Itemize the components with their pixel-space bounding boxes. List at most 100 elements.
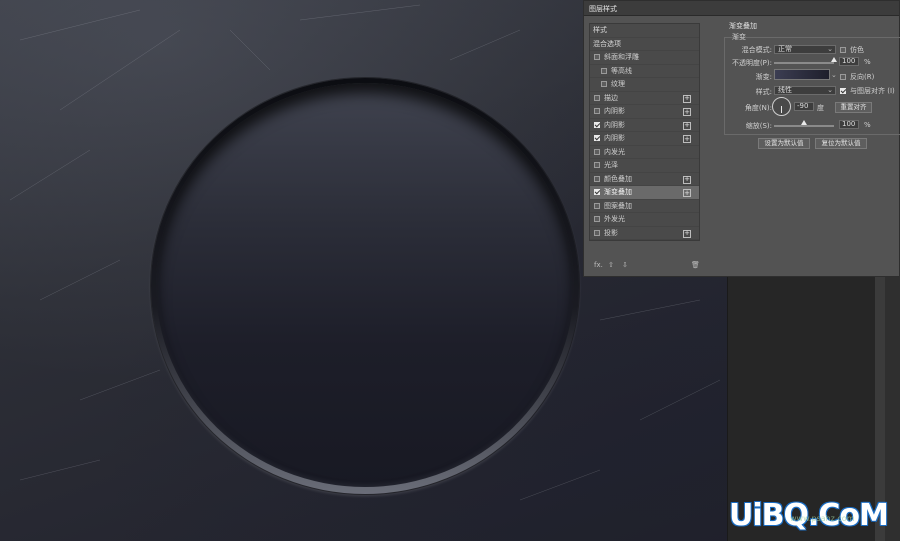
add-effect-icon[interactable]: +	[683, 94, 691, 103]
style-list-item[interactable]: 光泽	[590, 159, 699, 173]
add-effect-icon[interactable]: +	[683, 121, 691, 130]
angle-dial[interactable]	[772, 97, 791, 116]
watermark-url: www.psahz.com	[790, 514, 855, 523]
style-list-item[interactable]: 内阴影 +	[590, 132, 699, 146]
style-list-label: 颜色叠加	[604, 174, 632, 183]
style-list-item[interactable]: 斜面和浮雕	[590, 51, 699, 65]
add-effect-icon[interactable]: +	[683, 175, 691, 184]
style-list-label: 内阴影	[604, 134, 625, 143]
reset-default-button[interactable]: 复位为默认值	[815, 138, 867, 149]
style-list-label: 纹理	[611, 80, 625, 89]
style-list-item[interactable]: 图案叠加	[590, 200, 699, 213]
checkbox[interactable]	[594, 108, 600, 115]
align-label: 与图层对齐 (I)	[850, 87, 895, 95]
set-default-button[interactable]: 设置为默认值	[758, 138, 810, 149]
style-list-item[interactable]: 内发光	[590, 146, 699, 159]
style-list-label: 描边	[604, 93, 618, 102]
style-list-item[interactable]: 纹理	[590, 78, 699, 92]
checkbox[interactable]	[594, 229, 600, 236]
style-list-label: 光泽	[604, 161, 618, 170]
style-list-item[interactable]: 渐变叠加 +	[590, 186, 699, 200]
opacity-input[interactable]: 100	[839, 57, 859, 66]
checkbox[interactable]	[594, 189, 600, 196]
checkbox-box	[840, 88, 846, 94]
checkbox[interactable]	[594, 148, 600, 155]
style-list-label: 内阴影	[604, 120, 625, 129]
dither-checkbox[interactable]: 仿色	[840, 45, 864, 55]
blend-mode-value: 正常	[778, 45, 792, 53]
style-list-item[interactable]: 内阴影 +	[590, 119, 699, 132]
blend-mode-label: 混合模式:	[741, 46, 772, 54]
opacity-unit: %	[864, 58, 871, 66]
style-list-label: 混合选项	[593, 39, 621, 48]
group-title: 渐变	[732, 33, 746, 41]
checkbox[interactable]	[594, 135, 600, 142]
scale-unit: %	[864, 121, 871, 129]
style-list-item[interactable]: 内阴影 +	[590, 105, 699, 119]
add-effect-icon[interactable]: +	[683, 189, 691, 197]
angle-label: 角度(N):	[744, 104, 772, 112]
style-list-item[interactable]: 等高线	[590, 65, 699, 78]
reverse-checkbox[interactable]: 反向(R)	[840, 72, 874, 82]
style-list-label: 等高线	[611, 66, 632, 75]
style-list-label: 投影	[604, 228, 618, 237]
checkbox[interactable]	[601, 67, 607, 74]
checkbox[interactable]	[594, 94, 600, 101]
style-label: 样式:	[755, 88, 772, 96]
checkbox[interactable]	[594, 162, 600, 169]
style-list-label: 外发光	[604, 215, 625, 224]
angle-unit: 度	[817, 104, 824, 112]
chevron-down-icon: ⌄	[827, 45, 833, 53]
scale-slider-thumb[interactable]	[801, 120, 807, 125]
checkbox[interactable]	[594, 54, 600, 61]
style-list-label: 内发光	[604, 147, 625, 156]
reverse-label: 反向(R)	[850, 73, 875, 81]
styles-list: 样式混合选项斜面和浮雕等高线纹理描边 + 内阴影 + 内阴影 + 内阴影 + 内发光光泽颜色叠加…	[589, 23, 700, 241]
align-with-layer-checkbox[interactable]: 与图层对齐 (I)	[840, 86, 895, 96]
style-list-item[interactable]: 投影 +	[590, 227, 699, 240]
checkbox[interactable]	[594, 202, 600, 209]
trash-icon[interactable]: 🗑	[691, 261, 700, 269]
style-value: 线性	[778, 86, 792, 94]
scale-slider[interactable]	[774, 125, 834, 127]
blend-mode-select[interactable]: 正常 ⌄	[774, 45, 836, 54]
checkbox[interactable]	[594, 121, 600, 128]
style-list-item[interactable]: 外发光	[590, 213, 699, 227]
style-list-label: 图案叠加	[604, 201, 632, 210]
move-up-icon[interactable]: ⇧	[608, 261, 614, 269]
opacity-slider[interactable]	[774, 62, 834, 64]
opacity-label: 不透明度(P):	[731, 59, 772, 67]
add-effect-icon[interactable]: +	[683, 108, 691, 116]
checkbox[interactable]	[594, 216, 600, 223]
move-down-icon[interactable]: ⇩	[622, 261, 628, 269]
style-list-label: 样式	[593, 26, 607, 35]
opacity-slider-thumb[interactable]	[831, 57, 837, 62]
section-title: 渐变叠加	[729, 22, 757, 30]
style-list-item[interactable]: 混合选项	[590, 38, 699, 51]
angle-input[interactable]: -90	[794, 102, 814, 111]
add-effect-icon[interactable]: +	[683, 135, 691, 143]
checkbox-box	[840, 47, 846, 53]
gradient-picker[interactable]	[774, 69, 830, 80]
checkbox[interactable]	[601, 81, 607, 88]
style-select[interactable]: 线性 ⌄	[774, 86, 836, 95]
style-list-label: 渐变叠加	[604, 188, 632, 197]
style-list-item[interactable]: 样式	[590, 24, 699, 38]
inset-circle	[156, 83, 574, 487]
gradient-label: 渐变:	[755, 73, 772, 81]
style-list-label: 斜面和浮雕	[604, 53, 639, 62]
fx-icon[interactable]: fx.	[594, 261, 603, 269]
scale-label: 缩放(S):	[745, 122, 772, 130]
add-effect-icon[interactable]: +	[683, 229, 691, 238]
style-list-item[interactable]: 描边 +	[590, 92, 699, 105]
checkbox[interactable]	[594, 175, 600, 182]
style-list-item[interactable]: 颜色叠加 +	[590, 173, 699, 186]
gradient-chevron-icon[interactable]: ⌄	[831, 71, 837, 79]
scale-input[interactable]: 100	[839, 120, 859, 129]
reset-alignment-button[interactable]: 重置对齐	[835, 102, 872, 113]
fx-toolbar: fx. ⇧ ⇩ 🗑	[594, 261, 700, 271]
checkbox-box	[840, 74, 846, 80]
dialog-title[interactable]: 图层样式	[584, 1, 899, 16]
style-list-label: 内阴影	[604, 107, 625, 116]
chevron-down-icon: ⌄	[827, 86, 833, 94]
